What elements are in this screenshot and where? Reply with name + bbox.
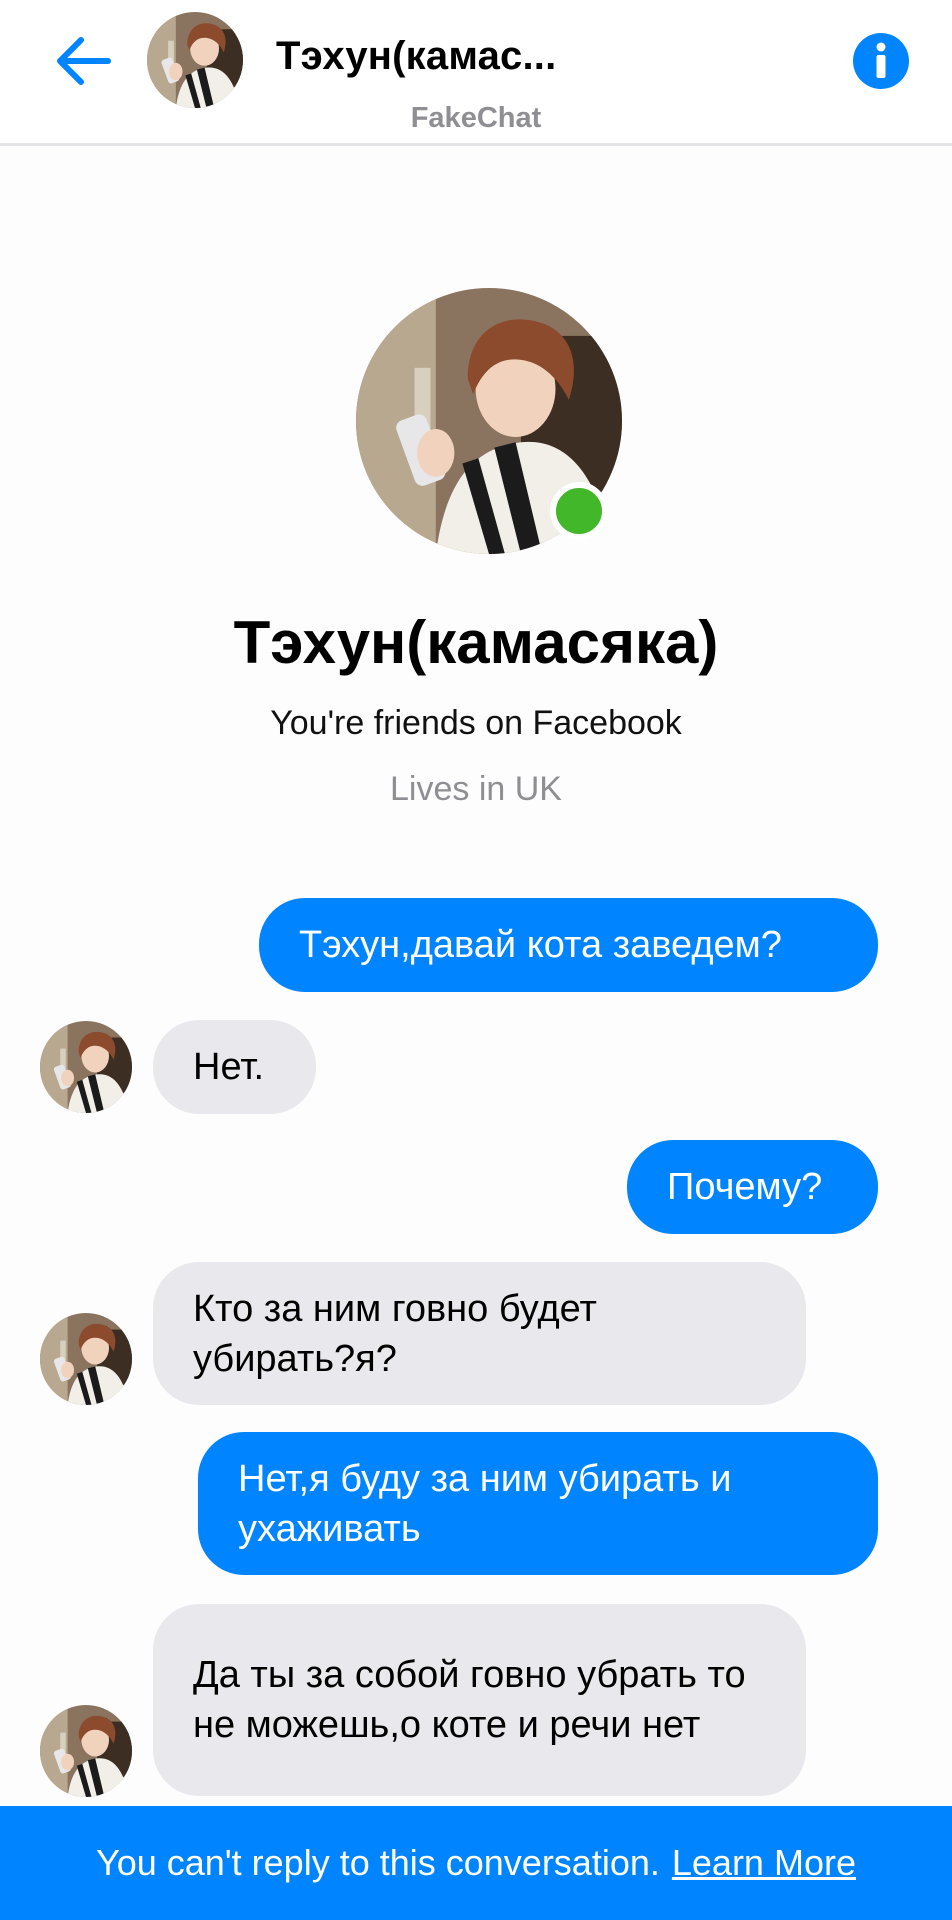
message-text: Нет.	[193, 1046, 265, 1088]
message-bubble-incoming[interactable]: Да ты за собой говно убрать то не можешь…	[153, 1604, 806, 1796]
info-icon	[853, 33, 909, 89]
conversation-title[interactable]: Тэхун(камас...	[276, 34, 566, 79]
message-text: Да ты за собой говно убрать то не можешь…	[193, 1654, 746, 1746]
profile-name: Тэхун(камасяка)	[233, 609, 719, 676]
message-bubble-incoming[interactable]: Кто за ним говно будет убирать?я?	[153, 1262, 806, 1405]
sender-avatar[interactable]	[40, 1021, 132, 1113]
friends-status: You're friends on Facebook	[270, 704, 682, 742]
arrow-left-icon	[57, 37, 111, 85]
info-button[interactable]	[851, 31, 911, 91]
message-text: Тэхун,давай кота заведем?	[299, 924, 782, 966]
message-text: Нет,я буду за ним убирать и ухаживать	[238, 1457, 732, 1550]
app-subtitle: FakeChat	[410, 102, 542, 134]
reply-disabled-banner: You can't reply to this conversation. Le…	[0, 1806, 952, 1920]
online-status-dot	[550, 482, 608, 540]
back-button[interactable]	[48, 26, 118, 96]
sender-avatar[interactable]	[40, 1313, 132, 1405]
message-bubble-outgoing[interactable]: Нет,я буду за ним убирать и ухаживать	[198, 1432, 878, 1575]
message-bubble-outgoing[interactable]: Почему?	[627, 1140, 878, 1234]
message-bubble-outgoing[interactable]: Тэхун,давай кота заведем?	[259, 898, 878, 992]
chat-header: Тэхун(камас... FakeChat	[0, 0, 952, 146]
message-text: Кто за ним говно будет убирать?я?	[193, 1287, 597, 1380]
message-text: Почему?	[667, 1166, 823, 1208]
profile-location: Lives in UK	[390, 770, 562, 808]
header-avatar[interactable]	[147, 12, 243, 108]
message-bubble-incoming[interactable]: Нет.	[153, 1020, 316, 1114]
reply-disabled-text: You can't reply to this conversation.	[96, 1842, 660, 1883]
sender-avatar[interactable]	[40, 1705, 132, 1797]
chat-screen: Тэхун(камас... FakeChat Тэхун(камасяка) …	[0, 0, 952, 1920]
learn-more-link[interactable]: Learn More	[672, 1842, 856, 1884]
